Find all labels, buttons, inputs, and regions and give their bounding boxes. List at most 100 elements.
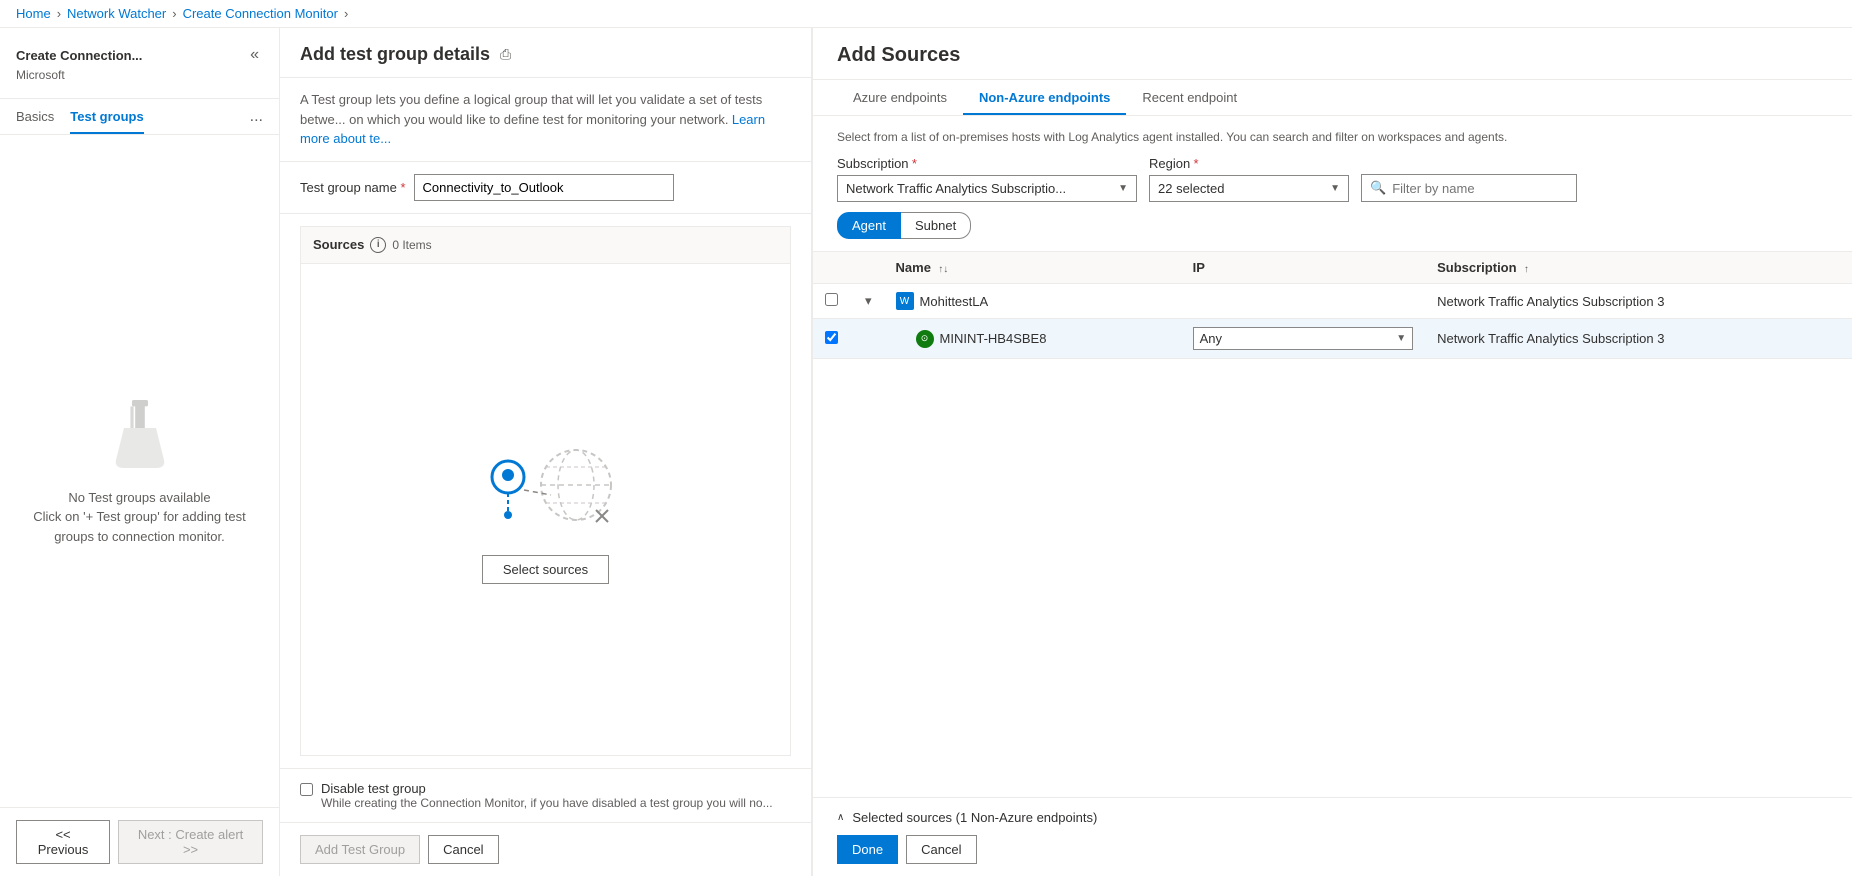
sidebar-title-text: Create Connection... — [16, 48, 142, 63]
row1-expand-cell[interactable]: ▾ — [853, 284, 884, 319]
row2-checkbox[interactable] — [825, 331, 838, 344]
select-sources-button[interactable]: Select sources — [482, 555, 609, 584]
sources-panel-body: Select sources — [301, 264, 790, 756]
tab-recent-endpoint[interactable]: Recent endpoint — [1126, 80, 1253, 115]
sources-panel-header: Sources i 0 Items — [301, 227, 790, 264]
row1-checkbox-cell[interactable] — [813, 284, 853, 319]
table-row: ▾ W MohittestLA Network Traffic Analytic… — [813, 284, 1852, 319]
agent-icon: ⊙ — [916, 330, 934, 348]
subscription-value: Network Traffic Analytics Subscriptio... — [846, 181, 1114, 196]
row2-expand-cell — [853, 319, 884, 359]
collapse-button[interactable]: « — [246, 44, 263, 66]
tab-non-azure-endpoints[interactable]: Non-Azure endpoints — [963, 80, 1126, 115]
disable-group-checkbox[interactable] — [300, 783, 313, 796]
sources-panel: Sources i 0 Items — [300, 226, 791, 757]
agent-toggle-button[interactable]: Agent — [837, 212, 901, 239]
selected-sources-label: Selected sources (1 Non-Azure endpoints) — [852, 810, 1097, 825]
flask-icon — [100, 396, 180, 476]
sources-info-icon[interactable]: i — [370, 237, 386, 253]
filter-search-box[interactable]: 🔍 — [1361, 174, 1577, 202]
subscription-sort-icon[interactable]: ↑ — [1524, 264, 1529, 275]
sources-label: Sources — [313, 237, 364, 252]
sidebar-empty-state: No Test groups availableClick on '+ Test… — [0, 135, 279, 807]
center-panel: Add test group details ⎙ A Test group le… — [280, 28, 812, 876]
expand-header — [853, 252, 884, 284]
tab-basics[interactable]: Basics — [16, 99, 54, 134]
agents-table: Name ↑↓ IP Subscription ↑ — [813, 252, 1852, 359]
subnet-toggle-button[interactable]: Subnet — [901, 212, 971, 239]
workspace-icon: W — [896, 292, 914, 310]
row1-checkbox[interactable] — [825, 293, 838, 306]
subscription-dropdown[interactable]: Network Traffic Analytics Subscriptio...… — [837, 175, 1137, 202]
more-options-button[interactable]: ... — [250, 99, 263, 134]
center-description: A Test group lets you define a logical g… — [280, 78, 811, 162]
table-row: ⊙ MININT-HB4SBE8 Any ▼ Network Traffic A… — [813, 319, 1852, 359]
row2-checkbox-cell[interactable] — [813, 319, 853, 359]
ip-value: Any — [1200, 331, 1393, 346]
add-test-group-button[interactable]: Add Test Group — [300, 835, 420, 864]
selected-sources-chevron-icon[interactable]: ∧ — [837, 812, 844, 823]
search-icon: 🔍 — [1370, 180, 1386, 196]
breadcrumb-home[interactable]: Home — [16, 6, 51, 21]
test-group-name-input[interactable] — [414, 174, 674, 201]
table-header-row: Name ↑↓ IP Subscription ↑ — [813, 252, 1852, 284]
region-chevron-icon: ▼ — [1330, 183, 1340, 194]
right-panel: Add Sources Azure endpoints Non-Azure en… — [812, 28, 1852, 876]
cancel-button[interactable]: Cancel — [428, 835, 498, 864]
row1-ip-cell — [1181, 284, 1426, 319]
row2-name: MININT-HB4SBE8 — [940, 331, 1047, 346]
filter-row: Subscription * Network Traffic Analytics… — [837, 156, 1828, 202]
disable-group-section: Disable test group While creating the Co… — [280, 768, 811, 822]
breadcrumb-network-watcher[interactable]: Network Watcher — [67, 6, 166, 21]
tab-test-groups[interactable]: Test groups — [70, 99, 143, 134]
filter-description: Select from a list of on-premises hosts … — [837, 128, 1828, 146]
agent-subnet-toggle: Agent Subnet — [837, 212, 1828, 239]
ip-dropdown[interactable]: Any ▼ — [1193, 327, 1414, 350]
right-panel-title: Add Sources — [837, 44, 1828, 67]
subscription-column-header: Subscription ↑ — [1425, 252, 1852, 284]
sidebar-empty-text: No Test groups availableClick on '+ Test… — [33, 488, 245, 547]
footer-actions: Done Cancel — [837, 835, 1828, 864]
region-filter-group: Region * 22 selected ▼ — [1149, 156, 1349, 202]
right-panel-footer: ∧ Selected sources (1 Non-Azure endpoint… — [813, 797, 1852, 876]
region-value: 22 selected — [1158, 181, 1326, 196]
disable-group-description: While creating the Connection Monitor, i… — [321, 796, 773, 810]
center-footer: Add Test Group Cancel — [280, 822, 811, 876]
network-illustration — [466, 435, 626, 535]
selected-sources-bar: ∧ Selected sources (1 Non-Azure endpoint… — [837, 810, 1828, 825]
search-input[interactable] — [1392, 181, 1568, 196]
subscription-chevron-icon: ▼ — [1118, 183, 1128, 194]
row2-ip-cell: Any ▼ — [1181, 319, 1426, 359]
disable-group-label: Disable test group — [321, 781, 773, 796]
center-header: Add test group details ⎙ — [280, 28, 811, 78]
breadcrumb: Home › Network Watcher › Create Connecti… — [0, 0, 1852, 28]
breadcrumb-create-connection-monitor[interactable]: Create Connection Monitor — [183, 6, 338, 21]
test-group-name-label: Test group name * — [300, 180, 406, 195]
select-all-header — [813, 252, 853, 284]
filter-section: Select from a list of on-premises hosts … — [813, 116, 1852, 251]
sidebar-header: Create Connection... « Microsoft — [0, 28, 279, 99]
row1-name: MohittestLA — [920, 294, 989, 309]
row1-subscription-cell: Network Traffic Analytics Subscription 3 — [1425, 284, 1852, 319]
subscription-label: Subscription * — [837, 156, 1137, 171]
name-column-header: Name ↑↓ — [884, 252, 1181, 284]
print-icon[interactable]: ⎙ — [500, 46, 511, 63]
region-label: Region * — [1149, 156, 1349, 171]
sidebar-footer: << Previous Next : Create alert >> — [0, 807, 279, 876]
row2-subscription-cell: Network Traffic Analytics Subscription 3 — [1425, 319, 1852, 359]
next-button: Next : Create alert >> — [118, 820, 263, 864]
region-dropdown[interactable]: 22 selected ▼ — [1149, 175, 1349, 202]
agents-table-container: Name ↑↓ IP Subscription ↑ — [813, 251, 1852, 797]
ip-column-header: IP — [1181, 252, 1426, 284]
name-sort-icon[interactable]: ↑↓ — [938, 264, 948, 275]
sidebar-subtitle: Microsoft — [16, 68, 263, 82]
done-button[interactable]: Done — [837, 835, 898, 864]
tab-azure-endpoints[interactable]: Azure endpoints — [837, 80, 963, 115]
test-group-name-field: Test group name * — [280, 162, 811, 214]
row2-name-cell: ⊙ MININT-HB4SBE8 — [884, 319, 1181, 359]
cancel-button[interactable]: Cancel — [906, 835, 976, 864]
endpoint-tabs: Azure endpoints Non-Azure endpoints Rece… — [813, 80, 1852, 116]
right-panel-header: Add Sources — [813, 28, 1852, 80]
center-panel-title: Add test group details — [300, 44, 490, 65]
previous-button[interactable]: << Previous — [16, 820, 110, 864]
